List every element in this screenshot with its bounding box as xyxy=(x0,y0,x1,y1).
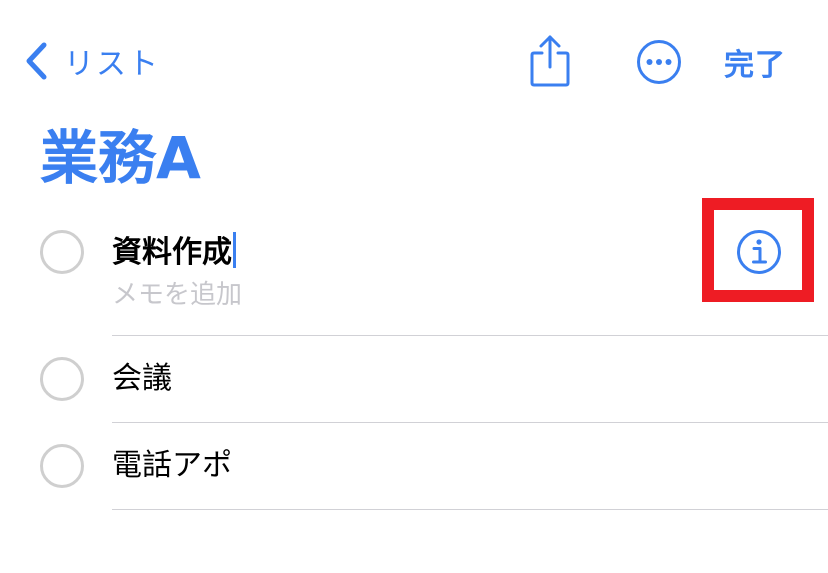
chevron-left-icon xyxy=(26,42,47,80)
navigation-bar: リスト 完了 xyxy=(0,0,828,120)
share-icon xyxy=(530,35,570,87)
list-title: 業務A xyxy=(40,124,201,192)
info-button[interactable] xyxy=(736,229,782,275)
done-button[interactable]: 完了 xyxy=(724,40,786,84)
row-divider xyxy=(112,509,828,510)
back-button-label: リスト xyxy=(64,47,160,82)
item-title-input[interactable]: 資料作成 xyxy=(112,232,236,273)
complete-checkbox[interactable] xyxy=(40,444,84,488)
ellipsis-circle-icon xyxy=(637,40,681,84)
back-button[interactable]: リスト xyxy=(24,38,160,84)
list-item: 電話アポ xyxy=(0,423,828,509)
info-circle-icon xyxy=(737,230,781,274)
note-input[interactable]: メモを追加 xyxy=(112,278,242,312)
item-title[interactable]: 会議 xyxy=(112,359,172,399)
list-item: 会議 xyxy=(0,336,828,422)
text-caret xyxy=(233,232,236,268)
more-options-button[interactable] xyxy=(636,39,682,85)
complete-checkbox[interactable] xyxy=(40,357,84,401)
complete-checkbox[interactable] xyxy=(40,230,84,274)
item-title[interactable]: 電話アポ xyxy=(112,446,232,486)
share-button[interactable] xyxy=(528,33,572,89)
